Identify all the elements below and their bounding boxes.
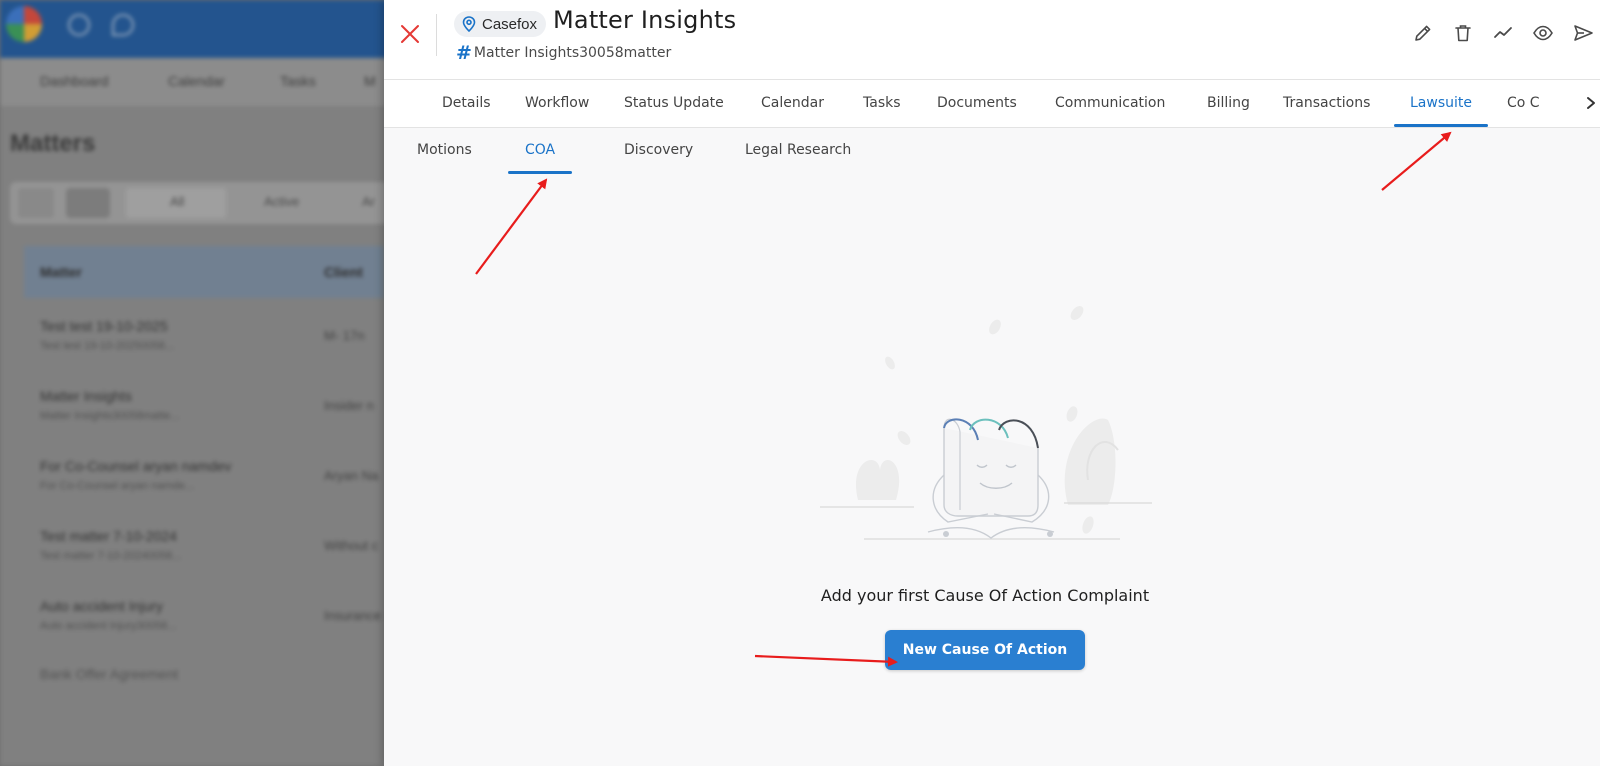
chevron-right-icon[interactable] (1584, 92, 1598, 114)
empty-state-message: Add your first Cause Of Action Complaint (820, 586, 1150, 605)
location-pin-icon (462, 16, 476, 32)
tab-co-counsel[interactable]: Co C (1507, 80, 1540, 127)
firm-chip[interactable]: Casefox (454, 11, 547, 37)
trash-icon[interactable] (1452, 22, 1474, 44)
firm-chip-label: Casefox (482, 15, 538, 33)
tab-transactions[interactable]: Transactions (1283, 80, 1370, 127)
tab-status-update[interactable]: Status Update (624, 80, 724, 127)
matter-title: Matter Insights (553, 6, 737, 34)
subtab-discovery[interactable]: Discovery (624, 128, 693, 174)
tab-calendar[interactable]: Calendar (761, 80, 824, 127)
tab-billing[interactable]: Billing (1207, 80, 1250, 127)
close-icon (401, 25, 419, 43)
subtab-legal-research[interactable]: Legal Research (745, 128, 851, 174)
pencil-icon[interactable] (1412, 22, 1434, 44)
eye-icon[interactable] (1532, 22, 1554, 44)
tab-details[interactable]: Details (442, 80, 491, 127)
tab-tasks[interactable]: Tasks (863, 80, 901, 127)
trend-icon[interactable] (1492, 22, 1514, 44)
empty-state-illustration (820, 306, 1152, 540)
subtab-motions[interactable]: Motions (417, 128, 472, 174)
matter-code-label: Matter Insights30058matter (473, 45, 672, 61)
new-cause-of-action-button[interactable]: New Cause Of Action (885, 630, 1085, 670)
header-divider (436, 14, 437, 56)
subtab-coa[interactable]: COA (507, 128, 573, 174)
hash-icon: # (456, 42, 472, 64)
matter-drawer: Casefox Matter Insights # Matter Insight… (384, 0, 1600, 766)
tab-workflow[interactable]: Workflow (525, 80, 589, 127)
tab-documents[interactable]: Documents (937, 80, 1017, 127)
header-actions (1412, 22, 1594, 44)
matter-code: # Matter Insights30058matter (456, 42, 671, 64)
sub-tabs: Motions COA Discovery Legal Research (384, 128, 1600, 174)
tab-lawsuite[interactable]: Lawsuite (1394, 80, 1488, 127)
drawer-header: Casefox Matter Insights # Matter Insight… (384, 0, 1600, 80)
send-icon[interactable] (1572, 22, 1594, 44)
tab-communication[interactable]: Communication (1055, 80, 1165, 127)
close-button[interactable] (396, 20, 424, 48)
main-tabs: Details Workflow Status Update Calendar … (384, 80, 1600, 128)
